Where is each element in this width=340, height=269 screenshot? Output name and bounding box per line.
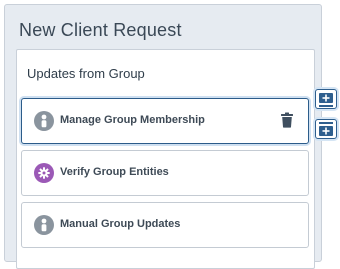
group-section: Updates from Group Manage Group Membersh… <box>16 49 315 269</box>
trash-icon[interactable] <box>280 112 296 130</box>
step-label: Manual Group Updates <box>60 218 181 230</box>
gear-icon <box>34 163 54 183</box>
divider-line <box>319 105 333 107</box>
step-card-manual-group-updates[interactable]: Manual Group Updates <box>21 202 309 248</box>
add-below-icon <box>319 126 333 136</box>
add-above-icon <box>319 93 333 103</box>
step-label: Manage Group Membership <box>60 114 205 126</box>
add-step-above-button[interactable] <box>315 89 337 109</box>
group-title: Updates from Group <box>27 66 145 81</box>
person-icon <box>34 215 54 235</box>
panel-title: New Client Request <box>19 20 182 40</box>
step-card-verify-group-entities[interactable]: Verify Group Entities <box>21 150 309 196</box>
person-icon <box>34 111 54 131</box>
step-card-manage-group-membership[interactable]: Manage Group Membership <box>21 98 309 144</box>
step-label: Verify Group Entities <box>60 166 169 178</box>
add-step-below-button[interactable] <box>315 119 337 139</box>
client-request-panel: New Client Request Updates from Group Ma… <box>4 4 322 269</box>
divider-line <box>319 122 333 124</box>
